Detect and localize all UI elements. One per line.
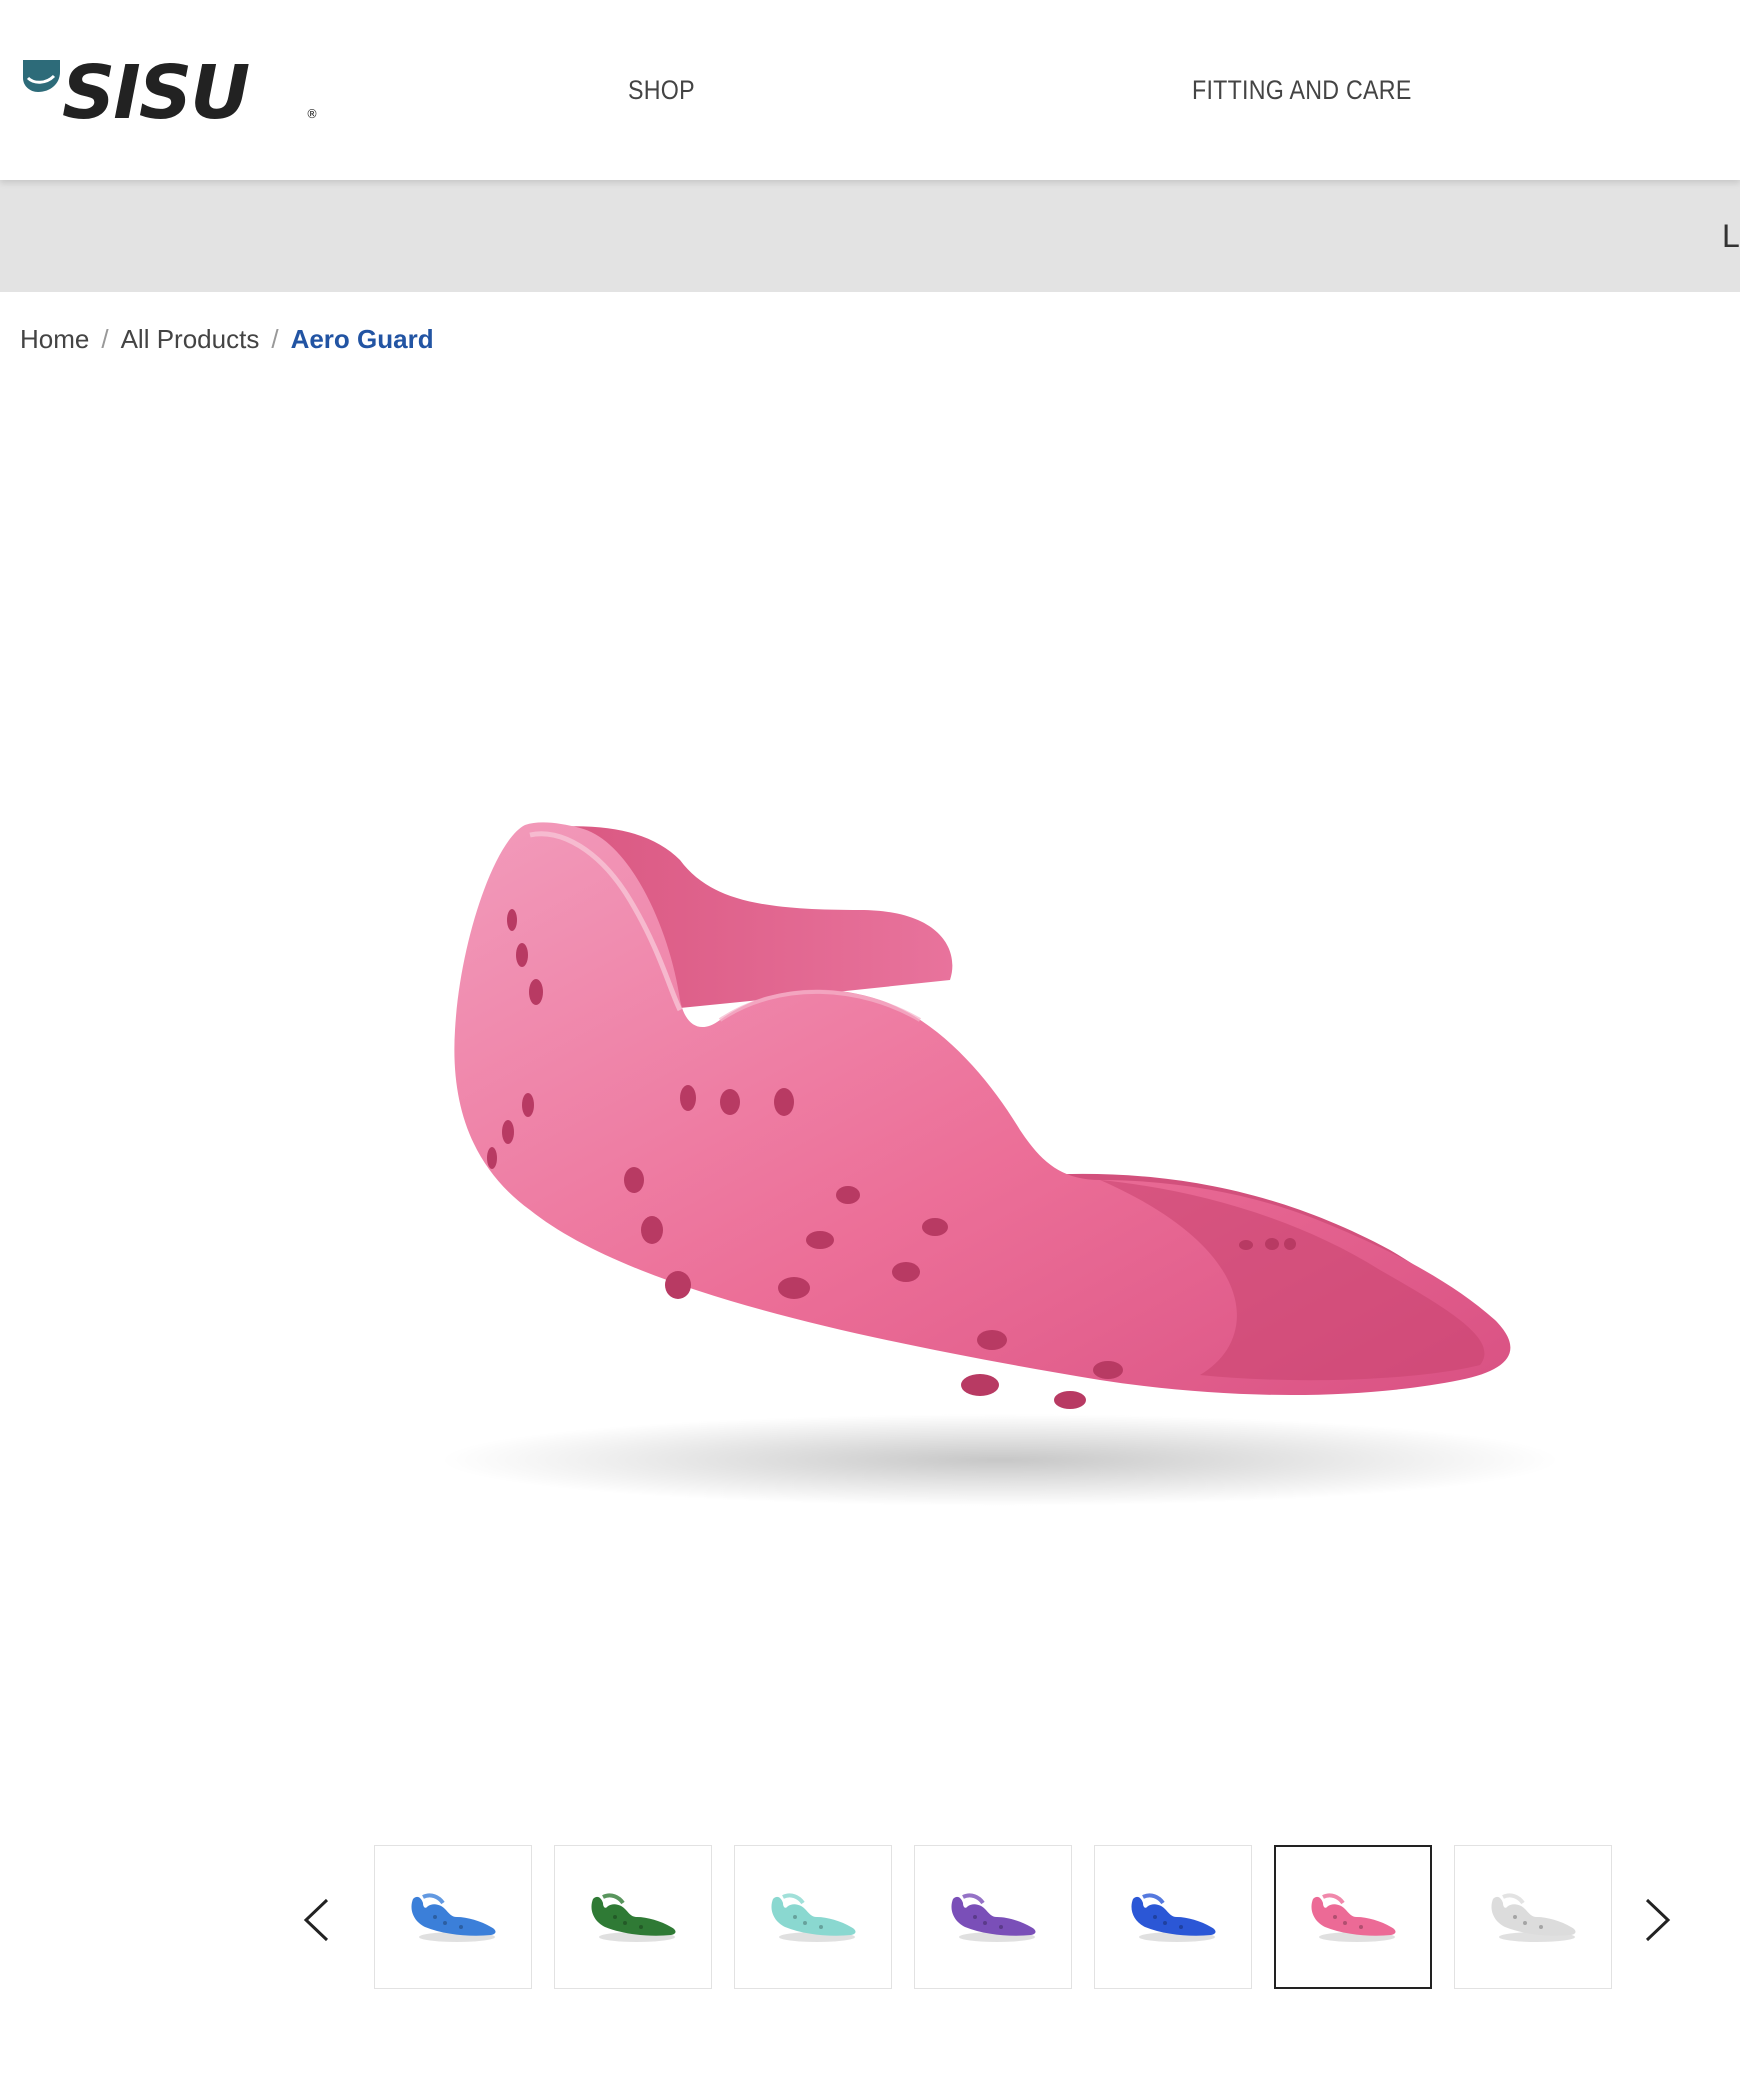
product-thumbnail[interactable] (734, 1845, 892, 1989)
sisu-logo[interactable]: SISU ® (20, 50, 320, 130)
product-thumbnail[interactable] (374, 1845, 532, 1989)
sisu-logo-mark: SISU ® (23, 50, 318, 130)
gallery-next-button[interactable] (1628, 1880, 1688, 1960)
product-thumbnail[interactable] (1454, 1845, 1612, 1989)
mouthguard-thumbnail-icon (1131, 1893, 1216, 1942)
gallery-prev-button[interactable] (286, 1880, 346, 1960)
product-thumbnail[interactable] (1094, 1845, 1252, 1989)
svg-text:®: ® (306, 107, 318, 121)
mouthguard-thumbnail-icon (951, 1893, 1036, 1942)
chevron-right-icon (1645, 1898, 1671, 1942)
nav-shop[interactable]: SHOP (628, 72, 695, 108)
product-main-image[interactable] (300, 780, 1660, 1540)
thumbnail-strip (374, 1845, 1612, 1991)
breadcrumb-all-products[interactable]: All Products (121, 322, 260, 356)
product-thumbnail[interactable] (1274, 1845, 1432, 1989)
mouthguard-illustration (440, 822, 1560, 1506)
mouthguard-thumbnail-icon (1491, 1893, 1576, 1942)
breadcrumb-current: Aero Guard (290, 324, 434, 354)
mouthguard-thumbnail-icon (1311, 1893, 1396, 1942)
breadcrumb-separator: / (271, 324, 279, 354)
product-thumbnail[interactable] (554, 1845, 712, 1989)
breadcrumb-home[interactable]: Home (20, 322, 89, 356)
mouthguard-thumbnail-icon (411, 1893, 496, 1942)
logo-wordmark: SISU (62, 50, 249, 130)
announcement-bar: L (0, 180, 1740, 292)
breadcrumb: Home / All Products / Aero Guard (20, 322, 434, 356)
site-header: SISU ® SHOP FITTING AND CARE (0, 0, 1740, 180)
breadcrumb-separator: / (101, 324, 109, 354)
announcement-text: L (1722, 218, 1740, 254)
chevron-left-icon (303, 1898, 329, 1942)
mouthguard-thumbnail-icon (591, 1893, 676, 1942)
product-thumbnail[interactable] (914, 1845, 1072, 1989)
nav-fitting-and-care[interactable]: FITTING AND CARE (1192, 72, 1412, 108)
mouthguard-thumbnail-icon (771, 1893, 856, 1942)
